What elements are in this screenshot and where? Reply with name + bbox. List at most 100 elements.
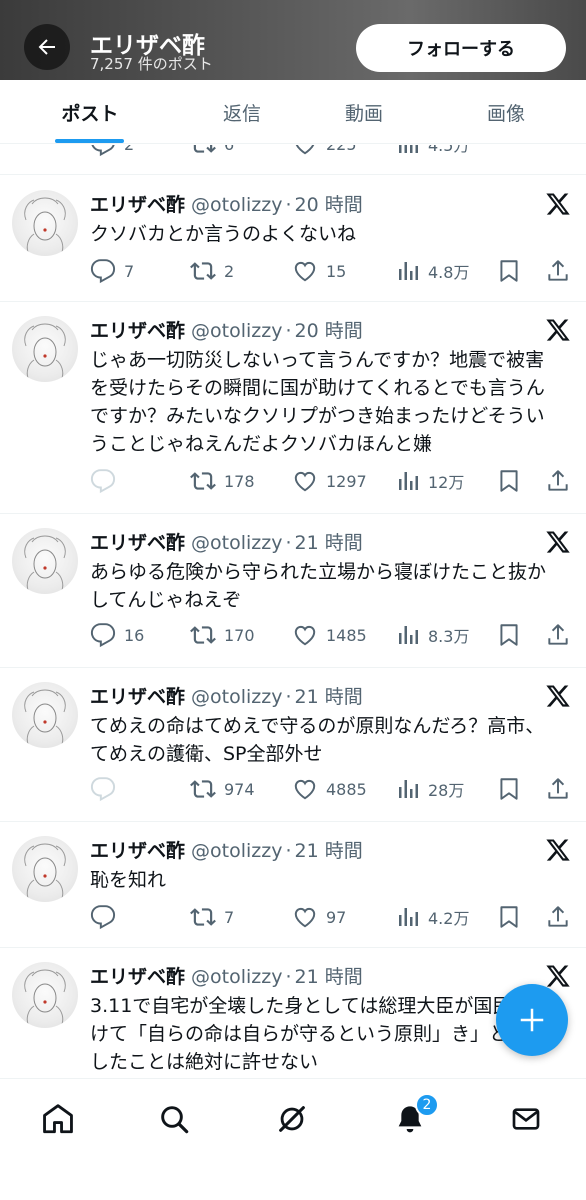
author-name[interactable]: エリザベ酢 [90,686,185,708]
repost-button[interactable]: 974 [190,774,255,804]
tweet-time[interactable]: 21 時間 [295,966,363,988]
tab-videos[interactable]: 動画 [322,80,406,144]
reply-button[interactable]: 16 [90,620,144,650]
author-handle[interactable]: @otolizzy [191,840,282,862]
home-icon [43,1104,73,1134]
tweet[interactable]: エリザベ酢 @otolizzy · 20 時間 じゃあ一切防災しないって言うんですか？… [0,302,586,514]
tweet-actions: 16 170 1485 8.3万 [0,620,586,650]
author-handle[interactable]: @otolizzy [191,532,282,554]
repost-button[interactable]: 6 [190,145,234,159]
views-button[interactable]: 4.8万 [396,256,469,286]
tweet-time[interactable]: 21 時間 [295,686,363,708]
views-button[interactable]: 4.5万 [396,145,469,159]
reply-icon [90,259,116,284]
share-icon[interactable] [545,776,571,802]
nav-search[interactable] [154,1099,194,1139]
compose-post-button[interactable] [496,984,568,1056]
repost-count: 974 [224,779,255,799]
author-name[interactable]: エリザベ酢 [90,320,185,342]
reply-button[interactable]: 2 [90,145,134,159]
x-logo-icon[interactable] [545,683,571,709]
reply-button[interactable] [90,902,124,932]
reply-count: 2 [124,145,134,154]
view-count: 4.5万 [428,145,470,155]
search-icon [161,1106,189,1134]
repost-button[interactable]: 7 [190,902,234,932]
view-count: 8.3万 [428,627,470,646]
share-icon[interactable] [545,904,571,930]
like-button[interactable]: 97 [292,902,346,932]
share-icon[interactable] [545,622,571,648]
reply-button[interactable] [90,466,124,496]
reply-icon [91,145,115,157]
tweet[interactable]: エリザベ酢 @otolizzy · 21 時間 てめえの命はてめえで守るのが原則なんだ… [0,668,586,822]
avatar-illustration-icon [24,969,66,1025]
x-logo-icon[interactable] [545,191,571,217]
like-button[interactable]: 225 [292,145,357,159]
author-handle[interactable]: @otolizzy [191,320,282,342]
repost-count: 2 [224,261,235,281]
nav-messages[interactable] [506,1099,546,1139]
bookmark-icon[interactable] [496,776,522,802]
tweet-time[interactable]: 20 時間 [295,320,363,342]
x-logo-icon[interactable] [545,317,571,343]
separator-dot: · [285,966,292,988]
avatar[interactable] [12,528,78,594]
tweet-time[interactable]: 20 時間 [295,194,363,216]
author-name[interactable]: エリザベ酢 [90,532,185,554]
views-button[interactable]: 12万 [396,466,464,496]
avatar[interactable] [12,682,78,748]
share-icon[interactable] [545,468,571,494]
repost-button[interactable]: 170 [190,620,255,650]
tab-images[interactable]: 画像 [464,80,548,144]
author-name[interactable]: エリザベ酢 [90,194,185,216]
author-handle[interactable]: @otolizzy [191,966,282,988]
avatar[interactable] [12,836,78,902]
avatar[interactable] [12,190,78,256]
bookmark-icon[interactable] [496,622,522,648]
share-icon[interactable] [545,258,571,284]
like-button[interactable]: 15 [292,256,346,286]
tweet-time[interactable]: 21 時間 [295,840,363,862]
views-button[interactable]: 4.2万 [396,902,469,932]
repost-button[interactable]: 178 [190,466,255,496]
x-logo-icon[interactable] [545,963,571,989]
profile-tabs: ポスト 返信 動画 画像 [0,80,586,144]
nav-home[interactable] [38,1099,78,1139]
tweet[interactable]: エリザベ酢 @otolizzy · 20 時間 クソバカとか言うのよくないね 7 2 … [0,176,586,302]
reply-icon [90,905,116,930]
reply-button[interactable] [90,774,124,804]
views-button[interactable]: 8.3万 [396,620,469,650]
repost-icon [190,472,216,490]
tweet-time[interactable]: 21 時間 [295,532,363,554]
reply-button[interactable]: 7 [90,256,134,286]
repost-button[interactable]: 2 [190,256,234,286]
author-handle[interactable]: @otolizzy [191,686,282,708]
like-button[interactable]: 1297 [292,466,367,496]
like-button[interactable]: 1485 [292,620,367,650]
avatar[interactable] [12,962,78,1028]
x-logo-icon[interactable] [545,837,571,863]
back-button[interactable] [24,24,70,70]
x-logo-icon[interactable] [545,529,571,555]
bookmark-icon[interactable] [496,258,522,284]
nav-grok[interactable] [272,1099,312,1139]
heart-icon [294,471,316,492]
analytics-icon [399,262,418,280]
tweet[interactable]: エリザベ酢 @otolizzy · 21 時間 恥を知れ 7 97 4.2万 [0,822,586,948]
tab-posts[interactable]: ポスト [44,80,136,144]
author-handle[interactable]: @otolizzy [191,194,282,216]
author-name[interactable]: エリザベ酢 [90,840,185,862]
bookmark-icon[interactable] [496,904,522,930]
tweet[interactable]: エリザベ酢 @otolizzy · 21 時間 あらゆる危険から守られた立場から寝ぼけ… [0,514,586,668]
repost-icon [190,626,216,644]
tab-replies[interactable]: 返信 [200,80,284,144]
avatar[interactable] [12,316,78,382]
tweet-text: じゃあ一切防災しないって言うんですか？地震で被害を受けたらその瞬間に国が助けてく… [90,349,545,455]
like-button[interactable]: 4885 [292,774,367,804]
like-count: 1297 [326,471,367,491]
follow-button[interactable]: フォローする [356,24,566,72]
views-button[interactable]: 28万 [396,774,464,804]
author-name[interactable]: エリザベ酢 [90,966,185,988]
bookmark-icon[interactable] [496,468,522,494]
